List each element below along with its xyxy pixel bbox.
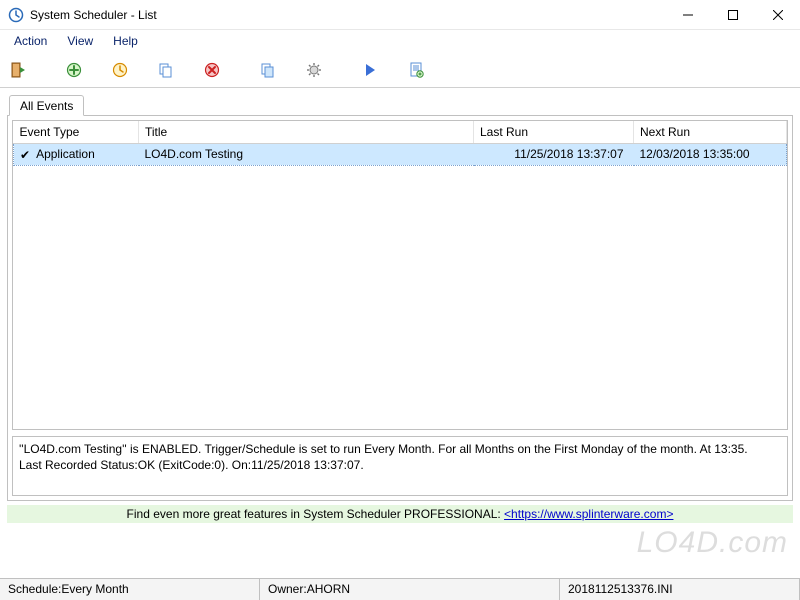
cell-event-type: ✔ Application bbox=[14, 144, 139, 166]
client-area: All Events Event Type Title Last Run Nex… bbox=[0, 88, 800, 523]
promo-link[interactable]: <https://www.splinterware.com> bbox=[504, 507, 673, 521]
delete-event-button[interactable] bbox=[200, 58, 224, 82]
status-owner-label: Owner: bbox=[268, 582, 307, 596]
watermark: LO4D.com bbox=[637, 526, 788, 560]
run-now-button[interactable] bbox=[256, 58, 280, 82]
cell-next-run: 12/03/2018 13:35:00 bbox=[634, 144, 787, 166]
window-title: System Scheduler - List bbox=[30, 8, 157, 22]
promo-bar: Find even more great features in System … bbox=[7, 505, 793, 523]
status-filename: 2018112513376.INI bbox=[560, 579, 800, 600]
exit-button[interactable] bbox=[6, 58, 30, 82]
col-next-run[interactable]: Next Run bbox=[634, 121, 787, 144]
check-icon: ✔ bbox=[20, 148, 30, 162]
status-owner: Owner:AHORN bbox=[260, 579, 560, 600]
log-button[interactable] bbox=[404, 58, 428, 82]
menu-view[interactable]: View bbox=[59, 32, 101, 50]
status-schedule-value: Every Month bbox=[61, 582, 128, 596]
new-event-button[interactable] bbox=[62, 58, 86, 82]
col-last-run[interactable]: Last Run bbox=[474, 121, 634, 144]
minimize-button[interactable] bbox=[665, 0, 710, 30]
tab-all-events[interactable]: All Events bbox=[9, 95, 84, 116]
status-schedule: Schedule:Every Month bbox=[0, 579, 260, 600]
tab-panel: Event Type Title Last Run Next Run ✔ Appl… bbox=[7, 115, 793, 501]
col-title[interactable]: Title bbox=[139, 121, 474, 144]
table-row[interactable]: ✔ Application LO4D.com Testing 11/25/2018… bbox=[14, 144, 787, 166]
tab-strip: All Events bbox=[7, 94, 793, 116]
menu-bar: Action View Help bbox=[0, 30, 800, 52]
edit-event-button[interactable] bbox=[108, 58, 132, 82]
app-icon bbox=[8, 7, 24, 23]
column-header-row: Event Type Title Last Run Next Run bbox=[14, 121, 787, 144]
status-schedule-label: Schedule: bbox=[8, 582, 61, 596]
toolbar bbox=[0, 52, 800, 88]
details-line-2: Last Recorded Status:OK (ExitCode:0). On… bbox=[19, 457, 781, 473]
maximize-button[interactable] bbox=[710, 0, 755, 30]
menu-action[interactable]: Action bbox=[6, 32, 55, 50]
details-pane: ''LO4D.com Testing'' is ENABLED. Trigger… bbox=[12, 436, 788, 496]
event-list[interactable]: Event Type Title Last Run Next Run ✔ Appl… bbox=[12, 120, 788, 430]
status-owner-value: AHORN bbox=[307, 582, 350, 596]
menu-help[interactable]: Help bbox=[105, 32, 146, 50]
cell-title: LO4D.com Testing bbox=[139, 144, 474, 166]
col-event-type[interactable]: Event Type bbox=[14, 121, 139, 144]
status-bar: Schedule:Every Month Owner:AHORN 2018112… bbox=[0, 578, 800, 600]
close-button[interactable] bbox=[755, 0, 800, 30]
cell-last-run: 11/25/2018 13:37:07 bbox=[474, 144, 634, 166]
play-button[interactable] bbox=[358, 58, 382, 82]
copy-event-button[interactable] bbox=[154, 58, 178, 82]
cell-event-type-text: Application bbox=[36, 147, 95, 161]
settings-button[interactable] bbox=[302, 58, 326, 82]
promo-text: Find even more great features in System … bbox=[127, 507, 505, 521]
details-line-1: ''LO4D.com Testing'' is ENABLED. Trigger… bbox=[19, 441, 781, 457]
title-bar: System Scheduler - List bbox=[0, 0, 800, 30]
